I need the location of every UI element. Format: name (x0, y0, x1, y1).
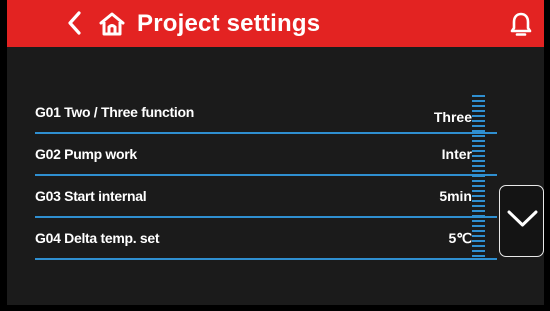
scroll-down-button[interactable] (499, 185, 544, 257)
page-title: Project settings (137, 10, 321, 37)
setting-value[interactable]: 5℃ (448, 230, 472, 247)
setting-row-g04[interactable]: G04 Delta temp. set 5℃ (35, 218, 497, 260)
bell-icon[interactable] (510, 11, 532, 37)
chevron-down-icon (507, 210, 538, 227)
setting-row-g03[interactable]: G03 Start internal 5min (35, 176, 497, 218)
setting-row-g01[interactable]: G01 Two / Three function Three (35, 92, 497, 134)
setting-row-g02[interactable]: G02 Pump work Inter (35, 134, 497, 176)
setting-label: G02 Pump work (35, 146, 137, 162)
setting-value[interactable]: Three (434, 109, 472, 125)
settings-panel: G01 Two / Three function Three G02 Pump … (7, 47, 544, 305)
setting-value[interactable]: 5min (439, 188, 472, 204)
setting-label: G01 Two / Three function (35, 104, 194, 120)
home-icon[interactable] (99, 11, 125, 37)
row-divider (35, 258, 497, 260)
setting-value[interactable]: Inter (442, 146, 472, 162)
setting-label: G04 Delta temp. set (35, 230, 160, 246)
setting-label: G03 Start internal (35, 188, 147, 204)
chevron-left-icon[interactable] (65, 10, 83, 36)
scroll-indicator[interactable] (472, 95, 485, 258)
header-bar: Project settings (7, 0, 544, 47)
